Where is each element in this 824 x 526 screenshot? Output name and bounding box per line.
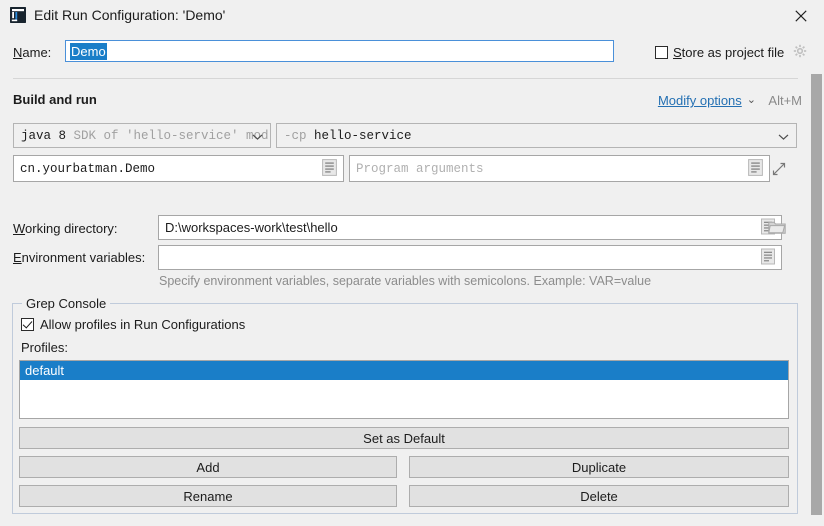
name-label-rest: ame: [22,45,51,60]
store-as-project-file-checkbox[interactable] [655,46,668,59]
classpath-combo[interactable]: -cp hello-service [276,123,797,148]
set-as-default-button[interactable]: Set as Default [19,427,789,449]
window-title: Edit Run Configuration: 'Demo' [34,7,225,23]
edit-run-configuration-dialog: Edit Run Configuration: 'Demo' Name: Dem… [0,0,824,526]
header-divider [13,78,798,79]
modify-options-shortcut: Alt+M [768,93,802,108]
add-button[interactable]: Add [19,456,397,478]
intellij-idea-icon [10,7,26,23]
expand-icon[interactable] [772,162,786,179]
working-directory-value: D:\workspaces-work\test\hello [159,220,338,235]
main-class-value: cn.yourbatman.Demo [14,162,155,176]
jdk-combo-primary: java 8 [21,129,66,143]
working-directory-input[interactable]: D:\workspaces-work\test\hello [158,215,782,240]
profile-name: default [25,363,64,378]
name-label: Name: [13,45,51,60]
rename-button[interactable]: Rename [19,485,397,507]
title-bar: Edit Run Configuration: 'Demo' [0,0,824,33]
chevron-down-icon[interactable]: ⌄ [747,95,756,106]
gear-icon[interactable] [793,44,807,61]
store-as-project-file-label: Store as project file [673,45,784,60]
close-icon [795,10,807,22]
classpath-combo-prefix: -cp [284,129,307,143]
folder-icon[interactable] [768,220,786,238]
environment-variables-hint: Specify environment variables, separate … [159,274,651,288]
program-arguments-input[interactable]: Program arguments [349,155,770,182]
jdk-combo-secondary: SDK of 'hello-service' mod [74,129,269,143]
environment-variables-input[interactable] [158,245,782,270]
list-item[interactable]: default [20,361,788,380]
store-as-project-file-row[interactable]: Store as project file [655,44,807,61]
classpath-combo-value: hello-service [314,129,412,143]
program-arguments-placeholder: Program arguments [350,162,484,176]
main-class-input[interactable]: cn.yourbatman.Demo [13,155,344,182]
working-directory-label: Working directory: [13,221,118,236]
modify-options-label[interactable]: Modify options [658,93,742,108]
name-label-mnemonic: N [13,45,22,60]
profiles-label: Profiles: [21,340,68,355]
close-button[interactable] [778,0,824,32]
name-input[interactable]: Demo [65,40,614,62]
grep-console-group-title: Grep Console [22,296,110,311]
macro-list-icon[interactable] [322,159,337,179]
allow-profiles-checkbox[interactable] [21,318,34,331]
delete-button[interactable]: Delete [409,485,789,507]
modify-options-link[interactable]: Modify options ⌄ [658,93,756,108]
name-input-value: Demo [70,43,107,60]
profiles-list[interactable]: default [19,360,789,419]
macro-list-icon[interactable] [761,248,775,267]
vertical-scrollbar-thumb[interactable] [811,74,822,515]
jdk-combo[interactable]: java 8 SDK of 'hello-service' mod [13,123,271,148]
duplicate-button[interactable]: Duplicate [409,456,789,478]
macro-list-icon[interactable] [748,159,763,179]
section-title-build-and-run: Build and run [13,92,97,107]
allow-profiles-label: Allow profiles in Run Configurations [40,317,245,332]
environment-variables-label: Environment variables: [13,250,145,265]
classpath-combo-chevron-down-icon[interactable] [778,128,789,143]
jdk-combo-chevron-down-icon[interactable] [252,128,263,143]
allow-profiles-row[interactable]: Allow profiles in Run Configurations [21,317,245,332]
